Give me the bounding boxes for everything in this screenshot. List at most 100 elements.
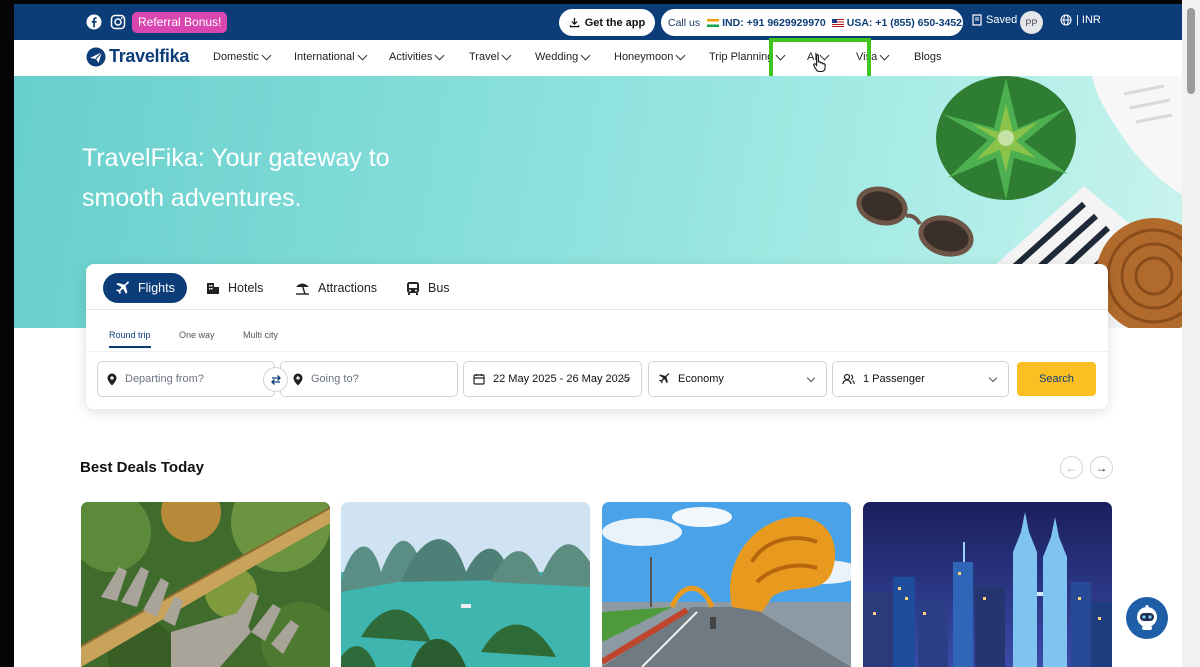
tab-hotels[interactable]: Hotels (206, 273, 263, 303)
main-nav: Travelfika Domestic International Activi… (14, 40, 1182, 76)
nav-label: Wedding (535, 51, 579, 63)
chevron-down-icon (261, 50, 272, 60)
nav-label: Activities (389, 51, 433, 63)
bookmark-icon (972, 14, 982, 26)
cabin-class-select[interactable]: Economy (648, 361, 827, 397)
nav-travel[interactable]: Travel (469, 50, 512, 63)
location-pin-icon (107, 373, 117, 385)
deal-card-ha-long-bay[interactable] (341, 502, 590, 667)
nav-label: Trip Planning (709, 51, 774, 63)
scrollbar-track[interactable] (1182, 0, 1200, 667)
chevron-down-icon (434, 50, 445, 60)
nav-wedding[interactable]: Wedding (535, 50, 591, 63)
scrollbar-thumb[interactable] (1187, 8, 1195, 94)
travelfika-logo[interactable]: Travelfika (86, 46, 189, 67)
deal-card-golden-bridge[interactable] (81, 502, 330, 667)
arrow-left-icon: ← (1065, 460, 1078, 475)
nav-label: Travel (469, 51, 500, 63)
currency-selector[interactable]: | INR (1060, 14, 1101, 26)
swap-button[interactable] (263, 367, 288, 392)
passenger-select[interactable]: 1 Passenger (832, 361, 1009, 397)
chatbot-button[interactable] (1126, 597, 1168, 639)
referral-bonus-button[interactable]: Referral Bonus! (132, 12, 228, 33)
hand-cursor-icon (813, 53, 826, 73)
date-range-value: 22 May 2025 - 26 May 2025 (493, 373, 630, 385)
date-range-field[interactable]: 22 May 2025 - 26 May 2025 (463, 361, 642, 397)
hero-title: TravelFika: Your gateway to smooth adven… (82, 144, 390, 212)
nav-activities[interactable]: Activities (389, 50, 445, 63)
chevron-down-icon (675, 50, 686, 60)
deal-card-dragon-bridge[interactable] (602, 502, 851, 667)
airplane-icon (116, 280, 129, 294)
nav-honeymoon[interactable]: Honeymoon (614, 50, 686, 63)
trip-one-way[interactable]: One way (179, 330, 215, 340)
nav-label: Blogs (914, 51, 942, 63)
departing-placeholder: Departing from? (125, 373, 204, 385)
calendar-icon (473, 374, 485, 385)
swap-arrows-icon (270, 374, 281, 385)
usa-phone[interactable]: USA: +1 (855) 650-3452 (847, 17, 962, 29)
deal-card-kuala-lumpur[interactable] (863, 502, 1112, 667)
call-us-label: Call us (668, 16, 701, 29)
going-to-placeholder: Going to? (311, 373, 359, 385)
best-deals-heading: Best Deals Today (80, 459, 204, 476)
india-phone[interactable]: IND: +91 9629929970 (722, 17, 826, 29)
globe-icon (1060, 14, 1072, 26)
search-widget: Flights Hotels Attractions Bus Round tri… (86, 264, 1108, 409)
plane-logo-icon (86, 47, 106, 66)
get-app-button[interactable]: Get the app (559, 9, 655, 36)
carousel-next-button[interactable]: → (1090, 456, 1113, 479)
tab-label: Bus (428, 281, 450, 295)
currency-label: | INR (1076, 14, 1101, 26)
tab-label: Flights (138, 281, 175, 295)
download-icon (569, 17, 580, 28)
nav-label: Domestic (213, 51, 259, 63)
arrow-right-icon: → (1095, 460, 1108, 475)
robot-icon (1137, 605, 1157, 630)
search-tabs: Flights Hotels Attractions Bus (86, 264, 1108, 310)
nav-international[interactable]: International (294, 50, 367, 63)
building-icon (207, 283, 219, 294)
cabin-class-value: Economy (678, 373, 724, 385)
tab-flights[interactable]: Flights (103, 273, 187, 303)
tab-label: Hotels (228, 281, 264, 295)
user-avatar[interactable]: PP (1020, 11, 1043, 34)
window-frame-left (0, 0, 14, 667)
dragon-bridge-image (602, 502, 851, 667)
ha-long-bay-image (341, 502, 590, 667)
golden-bridge-image (81, 502, 330, 667)
logo-text: Travelfika (109, 46, 190, 66)
departing-from-field[interactable]: Departing from? (97, 361, 275, 397)
saved-button[interactable]: Saved (972, 14, 1017, 26)
nav-label: Honeymoon (614, 51, 674, 63)
get-app-label: Get the app (584, 16, 646, 29)
facebook-icon[interactable] (86, 14, 102, 30)
chevron-down-icon (806, 373, 816, 383)
users-icon (842, 373, 855, 385)
chevron-down-icon (501, 50, 512, 60)
saved-label: Saved (986, 14, 1018, 26)
nav-label: International (294, 51, 355, 63)
trip-round[interactable]: Round trip (109, 330, 151, 348)
nav-blogs[interactable]: Blogs (914, 51, 942, 63)
tab-bus[interactable]: Bus (406, 273, 450, 303)
tab-attractions[interactable]: Attractions (295, 273, 377, 303)
chevron-down-icon (357, 50, 367, 60)
trip-multi-city[interactable]: Multi city (243, 330, 278, 340)
nav-domestic[interactable]: Domestic (213, 50, 272, 63)
location-pin-icon (293, 373, 303, 385)
chevron-down-icon (988, 373, 998, 383)
carousel-prev-button[interactable]: ← (1060, 456, 1083, 479)
going-to-field[interactable]: Going to? (280, 361, 458, 397)
tab-label: Attractions (318, 281, 378, 295)
chevron-down-icon (580, 50, 591, 60)
bus-icon (407, 281, 419, 295)
search-button[interactable]: Search (1017, 362, 1096, 396)
usa-flag-icon (831, 18, 844, 27)
call-us-bar[interactable]: Call us IND: +91 9629929970 USA: +1 (855… (661, 9, 963, 36)
instagram-icon[interactable] (110, 14, 126, 30)
chevron-down-icon (879, 50, 890, 60)
beach-umbrella-icon (296, 283, 309, 295)
divider (86, 351, 1108, 352)
top-bar: Referral Bonus! Get the app Call us IND:… (14, 4, 1182, 40)
